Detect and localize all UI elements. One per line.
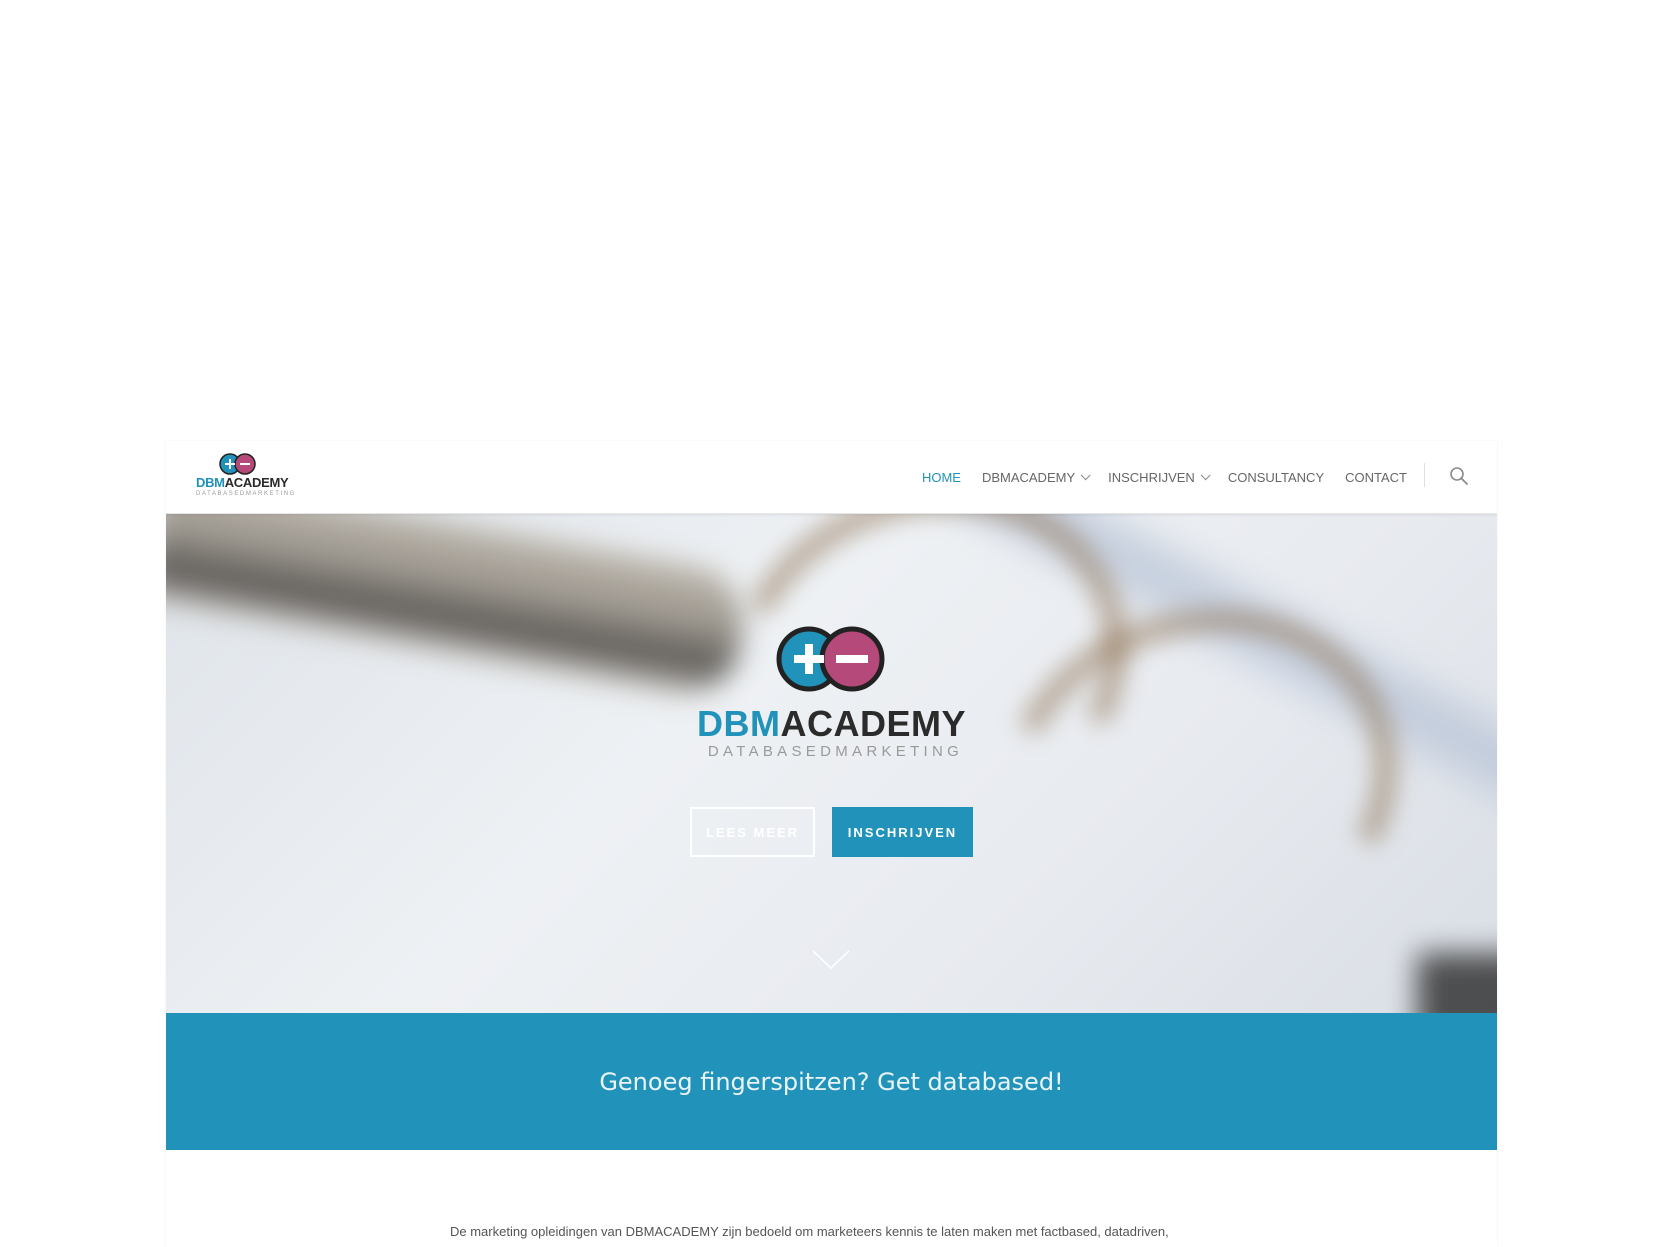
hero-buttons: LEES MEER INSCHRIJVEN [166,807,1497,857]
content-section: De marketing opleidingen van DBMACADEMY … [166,1150,1497,1247]
chevron-down-icon [1200,469,1211,480]
lees-meer-button[interactable]: LEES MEER [690,807,815,857]
header-logo-wordmark: DBMACADEMY [196,475,289,490]
hero-logo [166,625,1497,693]
logo-plus-minus-icon [776,626,884,692]
header-logo[interactable]: DBMACADEMY DATABASEDMARKETING [196,453,296,503]
chevron-down-icon [1080,469,1091,480]
main-nav: HOME DBMACADEMY INSCHRIJVEN CONSULTANCY … [901,441,1407,513]
nav-item-inschrijven[interactable]: INSCHRIJVEN [1108,469,1211,485]
chevron-down-icon[interactable] [811,948,851,972]
logo-plus-minus-icon [219,453,256,475]
inschrijven-button[interactable]: INSCHRIJVEN [832,807,973,857]
search-icon[interactable] [1449,466,1469,486]
site-container: DBMACADEMY DATABASEDMARKETING HOME DBMAC… [166,441,1497,1247]
nav-item-label: CONSULTANCY [1227,469,1325,485]
nav-item-home[interactable]: HOME [922,470,961,485]
site-header: DBMACADEMY DATABASEDMARKETING HOME DBMAC… [166,441,1497,514]
nav-item-consultancy[interactable]: CONSULTANCY [1228,470,1324,485]
banner-text: Genoeg fingerspitzen? Get databased! [599,1067,1064,1096]
nav-divider [1424,463,1425,487]
header-logo-tagline: DATABASEDMARKETING [196,491,296,497]
hero-tagline: DATABASEDMARKETING [707,743,964,760]
tagline-banner: Genoeg fingerspitzen? Get databased! [166,1013,1497,1150]
nav-item-label: DBMACADEMY [981,469,1076,485]
hero-background-shape [1417,953,1497,1013]
nav-item-label: HOME [921,469,961,485]
hero-wordmark: DBMACADEMY [697,703,966,744]
nav-item-contact[interactable]: CONTACT [1345,470,1407,485]
nav-item-dbmacademy[interactable]: DBMACADEMY [981,469,1091,485]
nav-item-label: CONTACT [1345,469,1407,485]
intro-paragraph: De marketing opleidingen van DBMACADEMY … [450,1224,1169,1239]
hero-section: DBMACADEMY DATABASEDMARKETING LEES MEER … [166,513,1497,1013]
nav-item-label: INSCHRIJVEN [1108,469,1195,485]
